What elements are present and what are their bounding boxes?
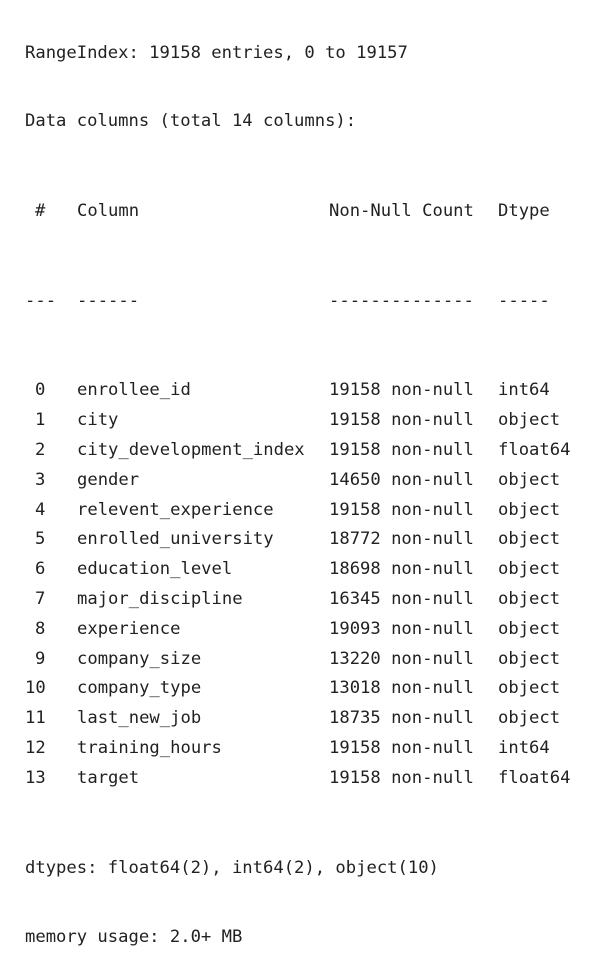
- row-dtype: float64: [498, 767, 571, 788]
- row-column-name: company_size: [77, 648, 202, 669]
- row-dtype: float64: [498, 439, 571, 460]
- row-non-null-count: 18735 non-null: [329, 708, 474, 729]
- row-dtype: object: [498, 618, 561, 639]
- table-row: 10 company_type 13018 non-null object: [25, 674, 593, 704]
- row-index: 8: [35, 618, 46, 639]
- header-column: Column: [77, 200, 140, 221]
- row-column-name: training_hours: [77, 737, 222, 758]
- data-columns-line: Data columns (total 14 columns):: [25, 111, 357, 131]
- row-index: 5: [35, 529, 46, 550]
- row-index: 3: [35, 469, 46, 490]
- separator-dtype: -----: [498, 290, 550, 311]
- row-index: 11: [25, 708, 46, 729]
- row-non-null-count: 18698 non-null: [329, 559, 474, 580]
- row-non-null-count: 19158 non-null: [329, 767, 474, 788]
- row-column-name: company_type: [77, 678, 202, 699]
- row-non-null-count: 13018 non-null: [329, 678, 474, 699]
- row-non-null-count: 19093 non-null: [329, 618, 474, 639]
- table-row: 2 city_development_index 19158 non-null flo…: [25, 436, 593, 466]
- table-row: 6 education_level 18698 non-null object: [25, 555, 593, 585]
- row-non-null-count: 19158 non-null: [329, 410, 474, 431]
- row-dtype: object: [498, 708, 561, 729]
- table-row: 7 major_discipline 16345 non-null object: [25, 585, 593, 615]
- row-index: 10: [25, 678, 46, 699]
- row-dtype: object: [498, 469, 561, 490]
- row-column-name: experience: [77, 618, 181, 639]
- row-index: 9: [35, 648, 46, 669]
- row-column-name: education_level: [77, 559, 233, 580]
- row-index: 13: [25, 767, 46, 788]
- row-column-name: last_new_job: [77, 708, 202, 729]
- header-count: Non-Null Count: [329, 200, 474, 221]
- row-non-null-count: 18772 non-null: [329, 529, 474, 550]
- table-row: 1 city 19158 non-null object: [25, 406, 593, 436]
- separator-num: ---: [25, 290, 57, 311]
- row-index: 6: [35, 559, 46, 580]
- row-column-name: gender: [77, 469, 140, 490]
- row-non-null-count: 19158 non-null: [329, 380, 474, 401]
- row-dtype: object: [498, 499, 561, 520]
- row-column-name: relevent_experience: [77, 499, 274, 520]
- row-dtype: object: [498, 678, 561, 699]
- row-non-null-count: 19158 non-null: [329, 439, 474, 460]
- table-header-row: # Column Non-Null Count Dtype: [25, 197, 593, 227]
- table-row: 0 enrollee_id 19158 non-null int64: [25, 376, 593, 406]
- table-row: 13 target 19158 non-null float64: [25, 764, 593, 794]
- row-non-null-count: 19158 non-null: [329, 737, 474, 758]
- row-column-name: major_discipline: [77, 588, 243, 609]
- row-dtype: object: [498, 559, 561, 580]
- row-index: 0: [35, 380, 46, 401]
- dtypes-line: dtypes: float64(2), int64(2), object(10): [25, 857, 439, 878]
- row-column-name: target: [77, 767, 140, 788]
- row-dtype: object: [498, 648, 561, 669]
- table-row: 12 training_hours 19158 non-null int64: [25, 734, 593, 764]
- row-column-name: city: [77, 410, 119, 431]
- row-index: 4: [35, 499, 46, 520]
- row-dtype: object: [498, 410, 561, 431]
- range-index-line: RangeIndex: 19158 entries, 0 to 19157: [25, 43, 408, 63]
- table-separator-row: --- ------ -------------- -----: [25, 287, 593, 317]
- row-non-null-count: 13220 non-null: [329, 648, 474, 669]
- table-body: 0 enrollee_id 19158 non-null int64 1 city 1915…: [25, 376, 593, 793]
- header-dtype: Dtype: [498, 200, 550, 221]
- memory-usage-line: memory usage: 2.0+ MB: [25, 927, 243, 948]
- row-dtype: object: [498, 588, 561, 609]
- row-dtype: int64: [498, 380, 550, 401]
- row-non-null-count: 14650 non-null: [329, 469, 474, 490]
- separator-column: ------: [77, 290, 140, 311]
- row-index: 12: [25, 737, 46, 758]
- row-column-name: enrollee_id: [77, 380, 191, 401]
- row-non-null-count: 16345 non-null: [329, 588, 474, 609]
- row-index: 7: [35, 588, 46, 609]
- table-row: 11 last_new_job 18735 non-null object: [25, 704, 593, 734]
- table-row: 3 gender 14650 non-null object: [25, 466, 593, 496]
- row-dtype: int64: [498, 737, 550, 758]
- dataframe-info-output: RangeIndex: 19158 entries, 0 to 19157 Da…: [0, 0, 593, 973]
- row-dtype: object: [498, 529, 561, 550]
- row-non-null-count: 19158 non-null: [329, 499, 474, 520]
- table-row: 5 enrolled_university 18772 non-null object: [25, 525, 593, 555]
- table-row: 9 company_size 13220 non-null object: [25, 645, 593, 675]
- row-column-name: enrolled_university: [77, 529, 274, 550]
- table-row: 8 experience 19093 non-null object: [25, 615, 593, 645]
- row-index: 2: [35, 439, 46, 460]
- header-num: #: [35, 200, 46, 221]
- separator-count: --------------: [329, 290, 474, 311]
- row-index: 1: [35, 410, 46, 431]
- table-row: 4 relevent_experience 19158 non-null object: [25, 496, 593, 526]
- row-column-name: city_development_index: [77, 439, 305, 460]
